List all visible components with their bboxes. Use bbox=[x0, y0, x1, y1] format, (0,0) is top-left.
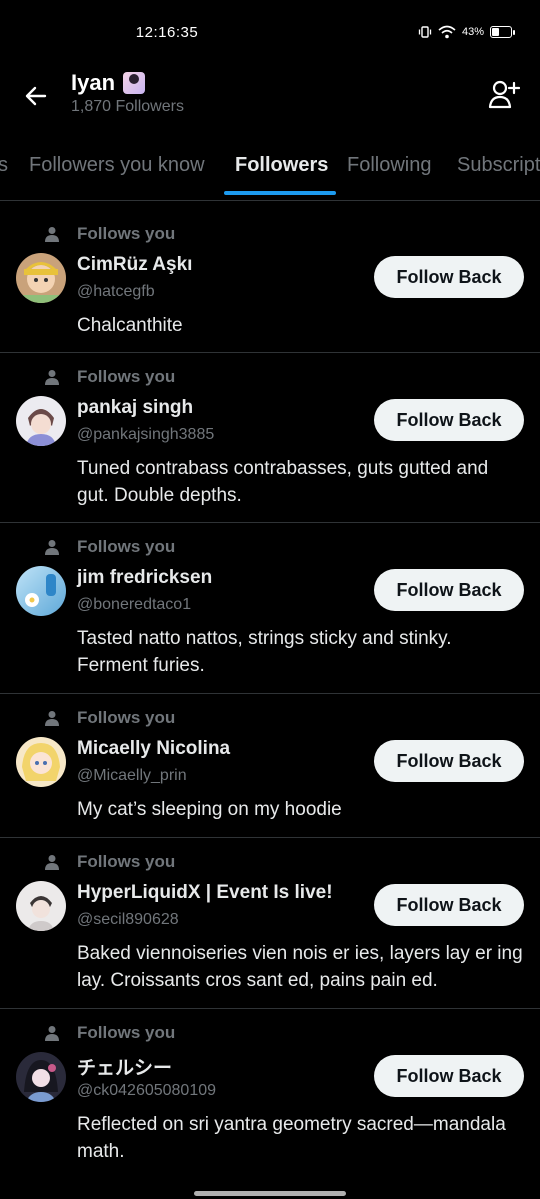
follows-you-row: Follows you bbox=[44, 1023, 175, 1043]
follower-handle[interactable]: @boneredtaco1 bbox=[77, 596, 191, 614]
list-item[interactable]: Follows you HyperLiquidX | Event Is live… bbox=[0, 838, 540, 1009]
follows-you-row: Follows you bbox=[44, 367, 175, 387]
person-icon bbox=[45, 370, 59, 385]
follows-you-label: Follows you bbox=[77, 537, 176, 556]
follower-bio: Baked viennoiseries vien nois er ies, la… bbox=[77, 943, 523, 991]
follower-handle[interactable]: @pankajsingh3885 bbox=[77, 426, 214, 444]
follower-bio: Tuned contrabass contrabasses, guts gutt… bbox=[77, 458, 489, 506]
follows-you-label: Follows you bbox=[77, 852, 176, 871]
follows-you-label: Follows you bbox=[77, 224, 176, 243]
person-icon bbox=[45, 855, 59, 870]
status-time: 12:16:35 bbox=[135, 24, 199, 41]
list-item[interactable]: Follows you チェルシー @ck042605080109 Reflec… bbox=[0, 1009, 540, 1179]
follow-back-button[interactable]: Follow Back bbox=[374, 569, 524, 611]
wifi-icon bbox=[438, 25, 456, 39]
tab-subscriptions-partial[interactable]: Subscriptions bbox=[0, 154, 8, 177]
avatar[interactable] bbox=[16, 737, 66, 787]
follow-back-button[interactable]: Follow Back bbox=[374, 1055, 524, 1097]
home-indicator[interactable] bbox=[194, 1191, 346, 1196]
list-item[interactable]: Follows you jim fredricksen @boneredtaco… bbox=[0, 523, 540, 694]
list-item[interactable]: Follows you CimRüz Aşkı @hatcegfb Chalca… bbox=[0, 210, 540, 353]
follower-name[interactable]: Micaelly Nicolina bbox=[77, 738, 230, 760]
tab-bar: Subscriptions Followers you know Followe… bbox=[0, 140, 540, 201]
back-button[interactable] bbox=[18, 78, 54, 114]
follower-handle[interactable]: @hatcegfb bbox=[77, 283, 155, 301]
tab-followers[interactable]: Followers bbox=[235, 154, 328, 177]
follow-back-button[interactable]: Follow Back bbox=[374, 256, 524, 298]
follower-name[interactable]: チェルシー bbox=[77, 1053, 172, 1080]
follower-name[interactable]: pankaj singh bbox=[77, 397, 193, 419]
status-icons: 43% bbox=[418, 25, 515, 39]
follows-you-row: Follows you bbox=[44, 852, 175, 872]
profile-name: Iyan bbox=[71, 70, 116, 95]
follower-bio: Tasted natto nattos, strings sticky and … bbox=[77, 628, 452, 676]
avatar[interactable] bbox=[16, 396, 66, 446]
follower-bio: Reflected on sri yantra geometry sacred—… bbox=[77, 1114, 506, 1162]
profile-emoji-icon bbox=[123, 72, 146, 94]
follow-back-button[interactable]: Follow Back bbox=[374, 884, 524, 926]
tab-subscriptions[interactable]: Subscriptions bbox=[457, 154, 540, 177]
follows-you-label: Follows you bbox=[77, 708, 176, 727]
follower-bio: My cat’s sleeping on my hoodie bbox=[77, 799, 342, 820]
back-arrow-icon bbox=[25, 86, 47, 106]
person-icon bbox=[45, 1026, 59, 1041]
avatar[interactable] bbox=[16, 566, 66, 616]
status-bar: 12:16:35 43% bbox=[0, 0, 540, 68]
follow-back-button[interactable]: Follow Back bbox=[374, 740, 524, 782]
follower-name[interactable]: jim fredricksen bbox=[77, 567, 212, 589]
tab-followers-you-know[interactable]: Followers you know bbox=[29, 154, 205, 177]
follower-bio: Chalcanthite bbox=[77, 315, 183, 336]
follower-handle[interactable]: @ck042605080109 bbox=[77, 1082, 216, 1100]
battery-icon bbox=[490, 26, 515, 38]
follows-you-row: Follows you bbox=[44, 224, 175, 244]
avatar[interactable] bbox=[16, 253, 66, 303]
page-title: Iyan bbox=[71, 70, 146, 96]
follows-you-row: Follows you bbox=[44, 537, 175, 557]
follows-you-label: Follows you bbox=[77, 1023, 176, 1042]
add-user-button[interactable] bbox=[486, 76, 522, 112]
follows-you-row: Follows you bbox=[44, 708, 175, 728]
follower-name[interactable]: CimRüz Aşkı bbox=[77, 254, 192, 276]
avatar[interactable] bbox=[16, 1052, 66, 1102]
add-user-icon bbox=[488, 80, 520, 109]
follower-handle[interactable]: @secil890628 bbox=[77, 911, 179, 929]
person-icon bbox=[45, 227, 59, 242]
follower-list: Follows you CimRüz Aşkı @hatcegfb Chalca… bbox=[0, 210, 540, 1179]
battery-percent: 43% bbox=[461, 26, 484, 38]
person-icon bbox=[45, 540, 59, 555]
follow-back-button[interactable]: Follow Back bbox=[374, 399, 524, 441]
tab-following[interactable]: Following bbox=[347, 154, 431, 177]
active-tab-indicator bbox=[224, 191, 336, 195]
follower-count: 1,870 Followers bbox=[71, 98, 184, 115]
vibrate-icon bbox=[418, 26, 432, 38]
follows-you-label: Follows you bbox=[77, 367, 176, 386]
profile-header: Iyan 1,870 Followers bbox=[0, 68, 540, 140]
follower-handle[interactable]: @Micaelly_prin bbox=[77, 767, 187, 785]
list-item[interactable]: Follows you pankaj singh @pankajsingh388… bbox=[0, 353, 540, 523]
follower-name[interactable]: HyperLiquidX | Event Is live! bbox=[77, 882, 333, 904]
avatar[interactable] bbox=[16, 881, 66, 931]
list-item[interactable]: Follows you Micaelly Nicolina @Micaelly_… bbox=[0, 694, 540, 838]
person-icon bbox=[45, 711, 59, 726]
